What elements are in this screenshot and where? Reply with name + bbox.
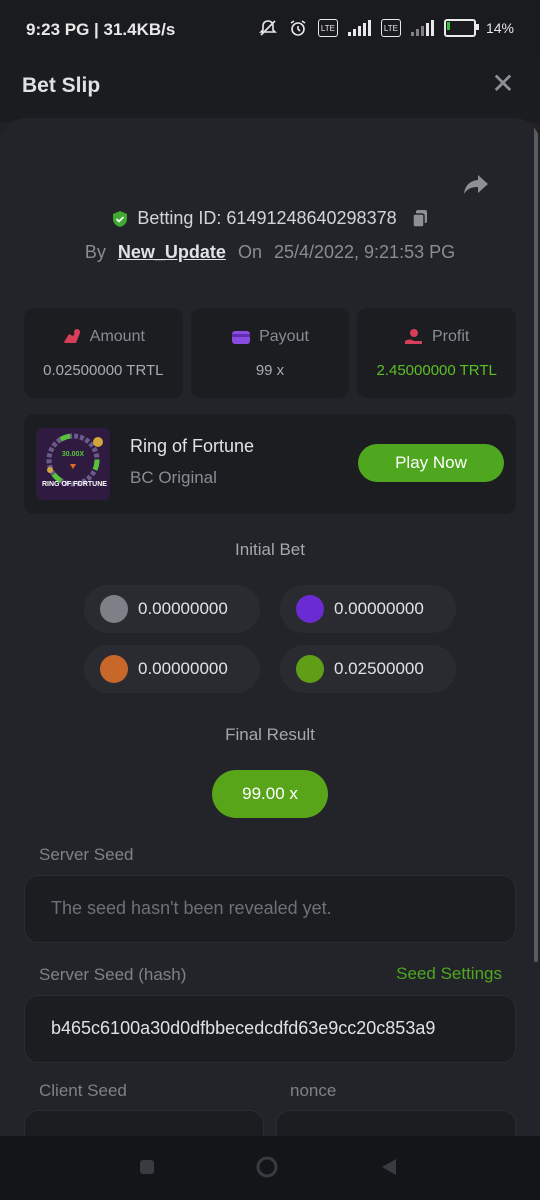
page-title: Bet Slip — [22, 74, 101, 97]
bet-chip-grey: 0.00000000 — [84, 585, 260, 633]
system-nav-bar — [0, 1136, 540, 1200]
final-result-title: Final Result — [225, 725, 315, 744]
stat-payout: Payout 99 x — [190, 308, 350, 398]
share-icon[interactable] — [462, 170, 490, 198]
bet-date: 25/4/2022, 9:21:53 PG — [273, 242, 456, 262]
bet-chip-orange: 0.00000000 — [84, 645, 260, 693]
game-thumbnail[interactable]: 30.00X RING OF FORTUNE — [36, 428, 110, 500]
initial-bet-title: Initial Bet — [235, 540, 305, 559]
seed-settings-link[interactable]: Seed Settings — [396, 964, 502, 984]
bet-slip-header: Bet Slip ✕ — [0, 62, 540, 122]
copy-icon[interactable] — [411, 209, 429, 229]
bet-stats: Amount 0.02500000 TRTL Payout 99 x Profi… — [24, 308, 517, 398]
status-icons: LTE LTE 14% — [258, 18, 514, 38]
signal-icon — [347, 20, 371, 36]
amount-icon — [63, 329, 80, 343]
profit-icon — [405, 329, 422, 344]
ring-of-fortune-image: 30.00X RING OF FORTUNE — [36, 428, 110, 500]
stat-value: 2.45000000 TRTL — [376, 362, 497, 379]
initial-bet-grid: 0.00000000 0.00000000 0.00000000 0.02500… — [84, 585, 456, 693]
stat-label: Profit — [432, 328, 470, 345]
close-icon[interactable]: ✕ — [488, 70, 518, 100]
battery-text: 14% — [485, 20, 514, 36]
recent-apps-icon[interactable] — [136, 1156, 158, 1178]
username-link[interactable]: New_Update — [118, 242, 226, 263]
bet-meta-row: By New_Update On 25/4/2022, 9:21:53 PG — [0, 242, 540, 263]
status-time-speed: 9:23 PG | 31.4KB/s — [26, 20, 176, 39]
server-seed-value: The seed hasn't been revealed yet. — [51, 898, 332, 918]
thumb-title: RING OF FORTUNE — [42, 481, 107, 488]
play-now-button[interactable]: Play Now — [358, 444, 504, 482]
bet-value: 0.00000000 — [334, 599, 424, 618]
game-card: 30.00X RING OF FORTUNE Ring of Fortune B… — [24, 414, 516, 514]
server-seed-field[interactable]: The seed hasn't been revealed yet. — [24, 875, 516, 943]
stat-value: 99 x — [255, 362, 285, 379]
nonce-field[interactable] — [276, 1110, 516, 1136]
verified-shield-icon — [113, 210, 128, 227]
battery-icon — [443, 19, 479, 37]
client-seed-label: Client Seed — [39, 1081, 127, 1100]
game-name: Ring of Fortune — [130, 436, 255, 456]
color-dot-icon — [100, 595, 128, 623]
on-label: On — [237, 242, 262, 262]
payout-icon — [232, 331, 251, 344]
bet-value: 0.00000000 — [138, 659, 228, 678]
server-seed-hash-value: b465c6100a30d0dfbbecedcdfd63e9cc20c853a9 — [51, 1018, 436, 1038]
server-seed-hash-field[interactable]: b465c6100a30d0dfbbecedcdfd63e9cc20c853a9 — [24, 995, 516, 1063]
bet-chip-green: 0.02500000 — [280, 645, 456, 693]
server-seed-label: Server Seed — [39, 845, 134, 864]
alarm-icon — [290, 20, 306, 36]
nonce-label: nonce — [290, 1081, 337, 1100]
client-seed-field[interactable] — [24, 1110, 264, 1136]
mute-bell-icon — [259, 20, 277, 36]
stat-label: Amount — [89, 328, 145, 345]
color-dot-icon — [296, 655, 324, 683]
bet-value: 0.00000000 — [138, 599, 228, 618]
server-seed-hash-label: Server Seed (hash) — [39, 965, 187, 984]
stat-value: 0.02500000 TRTL — [43, 362, 164, 379]
betting-id-row: Betting ID: 614912486402983​78 — [0, 208, 540, 229]
game-provider: BC Original — [130, 468, 217, 487]
stat-label: Payout — [259, 328, 309, 345]
color-dot-icon — [296, 595, 324, 623]
bet-value: 0.02500000 — [334, 659, 424, 678]
volte-icon: LTE — [317, 19, 338, 37]
stat-profit: Profit 2.45000000 TRTL — [357, 308, 517, 398]
status-bar: 9:23 PG | 31.4KB/s LTE LTE 14% — [0, 0, 540, 62]
bet-slip-sheet: Betting ID: 614912486402983​78 By New_Up… — [0, 118, 540, 1136]
betting-id: Betting ID: 614912486402983​78 — [137, 208, 397, 228]
stat-amount: Amount 0.02500000 TRTL — [24, 308, 183, 398]
volte-icon-2: LTE — [380, 19, 401, 37]
bet-chip-purple: 0.00000000 — [280, 585, 456, 633]
battery-level — [446, 22, 451, 30]
final-result-badge: 99.00 x — [212, 770, 328, 818]
back-icon[interactable] — [378, 1156, 400, 1178]
color-dot-icon — [100, 655, 128, 683]
by-label: By — [84, 242, 106, 262]
signal-icon-2 — [410, 20, 434, 36]
thumb-multiplier: 30.00X — [62, 451, 85, 458]
home-icon[interactable] — [256, 1156, 278, 1178]
